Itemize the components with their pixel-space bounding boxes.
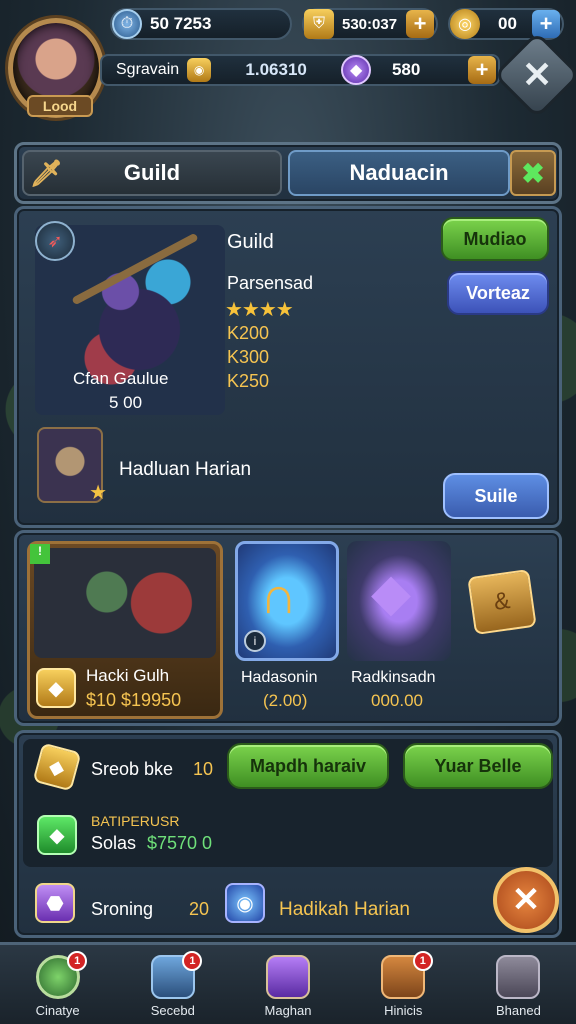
hero-class: Parsensad <box>227 273 314 293</box>
nav-badge: 1 <box>412 951 433 971</box>
horseshoe-icon: ∩ <box>260 567 298 625</box>
add-shield-button[interactable]: + <box>406 10 434 38</box>
gold-coin-icon: ◎ <box>450 9 480 39</box>
time-clock-icon: ⏱ <box>112 9 142 39</box>
player-info-bar: Sgravain ◉ 1.06310 ◆ 580 + <box>100 54 500 86</box>
featured-hero-art <box>34 548 216 658</box>
hero-power: 5 00 <box>109 393 143 412</box>
item-price-radkinsadn: 000.00 <box>371 691 423 710</box>
shop-panel: ! ◆ Hacki Gulh $10 $19950 ∩ i Hadasonin … <box>14 530 562 726</box>
mapdh-haraiv-button[interactable]: Mapdh haraiv <box>227 743 389 789</box>
nav-item-secebd[interactable]: 1 Secebd <box>115 945 230 1024</box>
new-tag-icon: ! <box>30 544 50 564</box>
stat-3: K250 <box>227 371 270 391</box>
player-avatar[interactable]: Lood <box>8 18 104 118</box>
nav-label: Hinicis <box>384 1003 423 1018</box>
crystal-icon <box>266 955 310 999</box>
nav-label: Secebd <box>150 1003 195 1018</box>
row3-value: 20 <box>189 899 210 919</box>
resource-shield-gold[interactable]: ⛨ 530:037 + <box>302 8 438 40</box>
add-coin-button[interactable]: + <box>532 10 560 38</box>
info-icon: i <box>244 630 266 652</box>
featured-item-card[interactable]: ! ◆ Hacki Gulh $10 $19950 <box>27 541 223 719</box>
item-label-hadasonin: Hadasonin <box>241 669 318 686</box>
resource-coin[interactable]: ◎ 00 + <box>448 8 564 40</box>
coin-value: 1.06310 <box>245 60 307 79</box>
purple-crystal-icon: ◆ <box>371 564 411 622</box>
hero-panel: ➶ Cfan Gaulue 5 00 Guild Parsensad ★★★★ … <box>14 206 562 528</box>
tab-naduacin[interactable]: Naduacin <box>288 150 510 196</box>
purple-gem-icon: ◆ <box>341 55 372 85</box>
tab-guild[interactable]: 🗡 Guild <box>22 150 282 196</box>
gem-value: 580 <box>391 60 421 79</box>
featured-item-label: Hacki Gulh <box>86 666 170 685</box>
nav-label: Cinatye <box>35 1003 80 1018</box>
gold-token-icon: ◆ <box>36 668 76 708</box>
commander-name: Hadluan Harian <box>119 459 252 480</box>
green-x-icon: ✖ <box>521 157 545 189</box>
nav-badge: 1 <box>182 951 203 971</box>
row1-label: Sreob bke <box>91 759 174 779</box>
coin-icon: ◉ <box>187 58 212 82</box>
star-badge-icon: ★ <box>89 482 107 504</box>
resource-shield-value: 530:037 <box>342 15 398 33</box>
tab-guild-label: Guild <box>123 160 181 185</box>
row3-label: Sroning <box>91 899 154 919</box>
backpack-icon <box>496 955 541 999</box>
bottom-navigation: 1 Cinatye 1 Secebd Maghan 1 Hinicis Bhan… <box>0 942 576 1024</box>
item-price-hadasonin: (2.00) <box>263 691 308 710</box>
resource-time[interactable]: ⏱ 50 7253 <box>110 8 292 40</box>
item-label-radkinsadn: Radkinsadn <box>351 669 436 686</box>
panel-title: Guild <box>227 231 274 253</box>
close-icon: ✕ <box>511 881 541 919</box>
row2-label: Solas <box>91 833 137 853</box>
player-name: Sgravain <box>116 61 180 78</box>
item-card-hadasonin[interactable]: ∩ i <box>235 541 339 661</box>
item-card-radkinsadn[interactable]: ◆ <box>347 541 451 661</box>
blue-orb-icon: ◉ <box>225 883 265 923</box>
row3-name: Hadikah Harian <box>279 899 410 920</box>
mudiao-button[interactable]: Mudiao <box>441 217 549 261</box>
stat-1: K200 <box>227 323 270 343</box>
row2-title: BATIPERUSR <box>91 813 180 829</box>
suile-button[interactable]: Suile <box>443 473 549 519</box>
nav-item-bhaned[interactable]: Bhaned <box>461 945 576 1024</box>
nav-label: Maghan <box>264 1003 312 1018</box>
featured-item-price: $10 $19950 <box>86 690 182 710</box>
gold-box-icon[interactable]: & <box>467 568 537 636</box>
resource-coin-value: 00 <box>498 14 517 33</box>
row2-value: $7570 0 <box>147 833 213 853</box>
stat-2: K300 <box>227 347 270 367</box>
bottom-panel: ◆ Sreob bke 10 Mapdh haraiv Yuar Belle ◆… <box>14 730 562 938</box>
close-icon: ✕ <box>521 53 553 95</box>
hero-weapon-icon <box>71 232 199 306</box>
tab-naduacin-label: Naduacin <box>349 160 449 185</box>
commander-portrait[interactable]: ★ <box>37 427 107 504</box>
rocket-badge-icon[interactable]: ➶ <box>35 221 75 261</box>
vorteaz-button[interactable]: Vorteaz <box>447 271 549 315</box>
confirm-tab-button[interactable]: ✖ <box>510 150 556 196</box>
hero-star-rating: ★★★★ <box>225 299 294 321</box>
resource-time-value: 50 7253 <box>150 14 212 33</box>
nav-item-hinicis[interactable]: 1 Hinicis <box>346 945 461 1024</box>
yuar-belle-button[interactable]: Yuar Belle <box>403 743 553 789</box>
green-emerald-icon: ◆ <box>37 815 77 855</box>
row1-value: 10 <box>193 759 214 779</box>
avatar-level-label: Lood <box>27 95 93 117</box>
nav-item-cinatye[interactable]: 1 Cinatye <box>0 945 115 1024</box>
purple-gem-icon: ⬣ <box>35 883 75 923</box>
sword-icon: 🗡 <box>30 157 64 188</box>
nav-label: Bhaned <box>496 1003 541 1018</box>
nav-badge: 1 <box>67 951 88 971</box>
close-panel-button[interactable]: ✕ <box>493 867 559 933</box>
add-gem-button[interactable]: + <box>468 56 496 84</box>
gold-shield-icon: ⛨ <box>304 9 334 39</box>
hero-name: Cfan Gaulue <box>73 369 169 388</box>
nav-item-maghan[interactable]: Maghan <box>230 945 345 1024</box>
